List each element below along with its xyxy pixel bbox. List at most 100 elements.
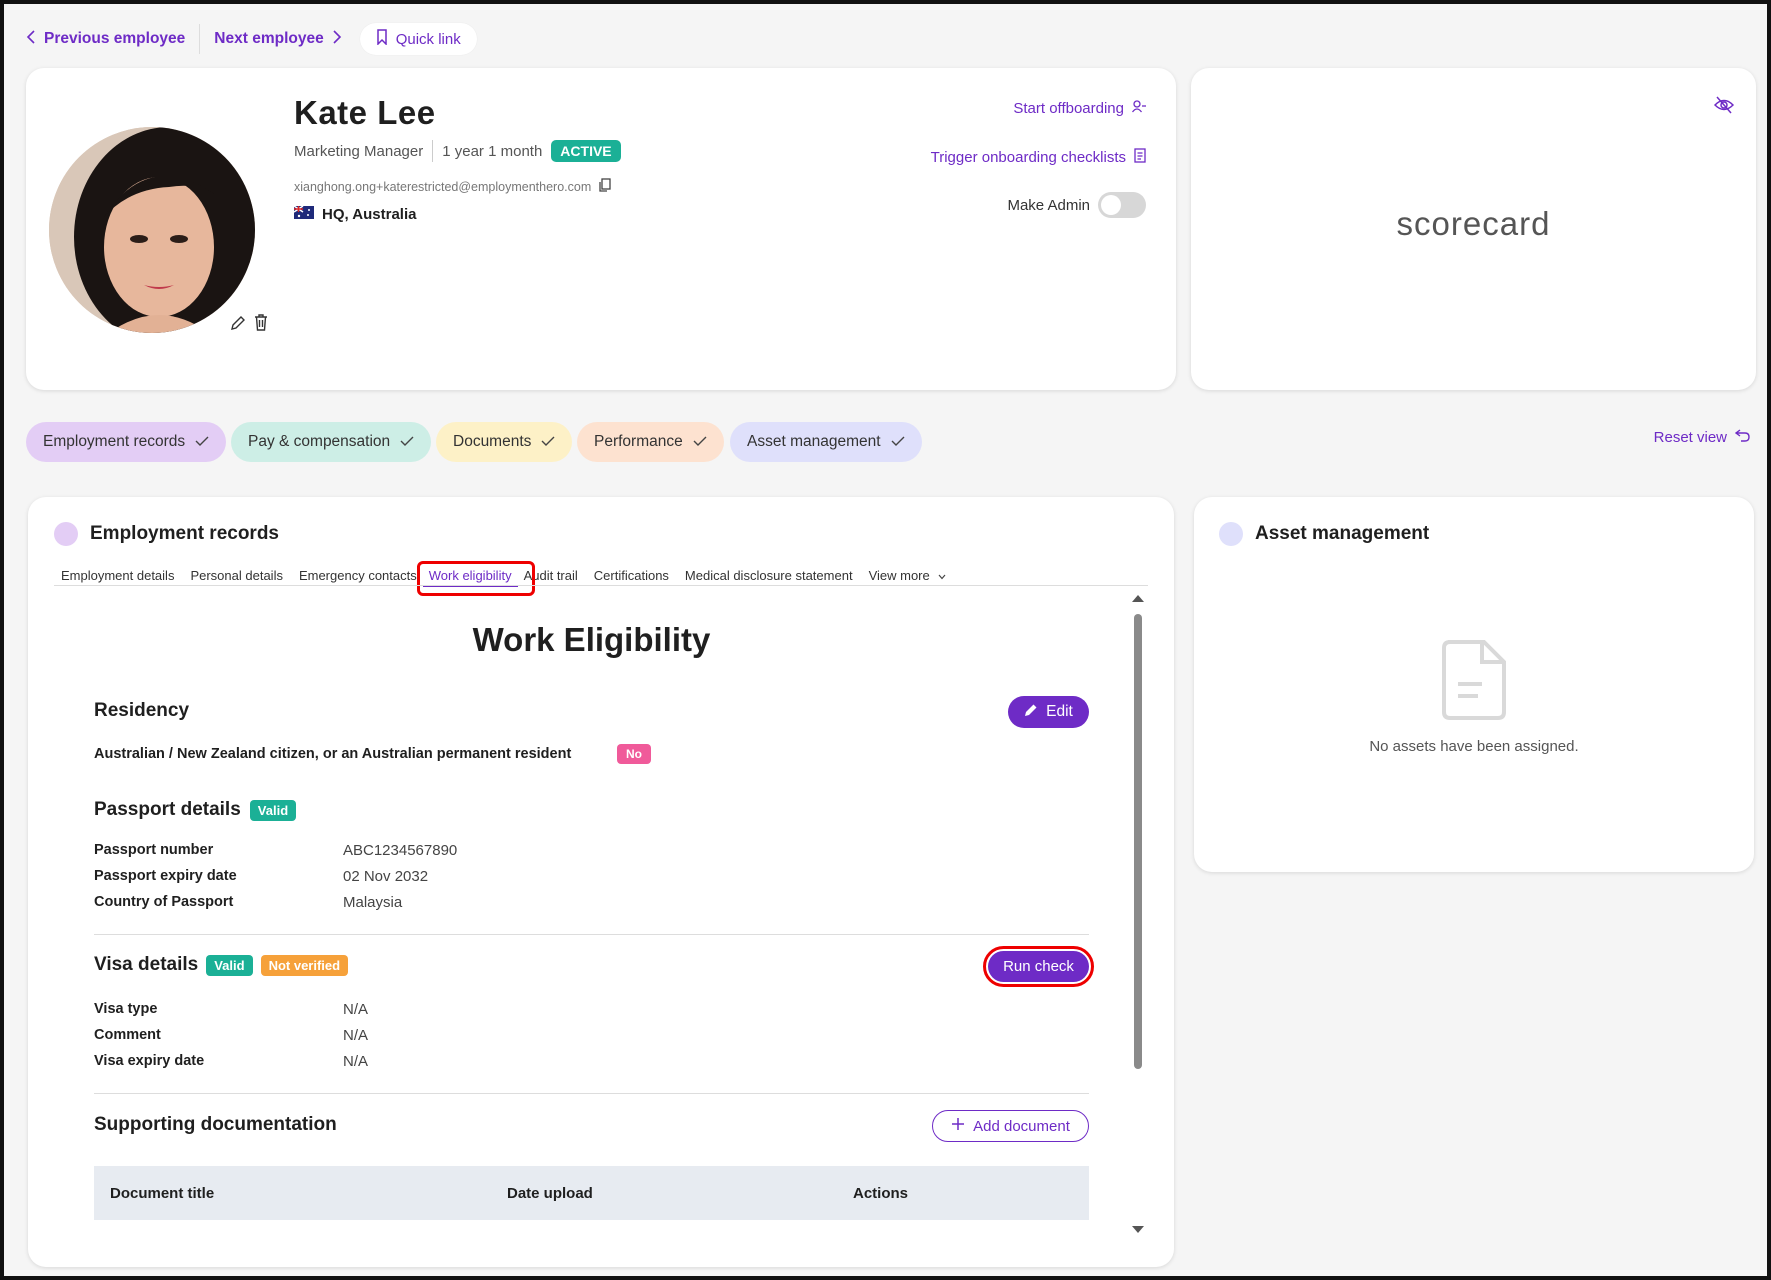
chip-pay-compensation[interactable]: Pay & compensation	[231, 422, 432, 462]
residency-question: Australian / New Zealand citizen, or an …	[94, 746, 572, 762]
check-icon	[195, 433, 209, 451]
bookmark-icon	[376, 29, 388, 49]
location-label: HQ, Australia	[322, 206, 417, 223]
passport-valid-badge: Valid	[249, 799, 297, 821]
run-check-label: Run check	[1003, 958, 1074, 975]
checklist-icon	[1134, 148, 1146, 167]
employment-records-title: Employment records	[54, 522, 279, 546]
chip-employment-records[interactable]: Employment records	[26, 422, 227, 462]
make-admin-label: Make Admin	[1007, 196, 1090, 214]
chip-label: Pay & compensation	[248, 433, 391, 450]
previous-employee-link[interactable]: Previous employee	[26, 29, 185, 49]
tab-work-eligibility[interactable]: Work eligibility	[416, 560, 535, 596]
employee-email: xianghong.ong+katerestricted@employmenth…	[294, 179, 592, 194]
employment-tabs: Employment details Personal details Emer…	[61, 560, 946, 596]
employee-meta: Marketing Manager 1 year 1 month ACTIVE	[294, 140, 621, 162]
visa-comment-value: N/A	[343, 1027, 369, 1044]
trigger-onboarding-link[interactable]: Trigger onboarding checklists	[931, 148, 1146, 167]
reset-view-label: Reset view	[1653, 429, 1727, 446]
passport-number-value: ABC1234567890	[343, 842, 458, 859]
tab-medical-disclosure[interactable]: Medical disclosure statement	[685, 568, 853, 583]
employee-location: HQ, Australia	[293, 205, 417, 223]
employee-navigation: Previous employee Next employee Quick li…	[26, 23, 477, 55]
section-dot	[1219, 522, 1243, 546]
plus-icon	[951, 1117, 965, 1135]
chip-documents[interactable]: Documents	[436, 422, 573, 462]
edit-button[interactable]: Edit	[1008, 696, 1089, 728]
australia-flag-icon	[293, 205, 314, 223]
next-employee-label: Next employee	[214, 30, 324, 47]
make-admin-toggle[interactable]	[1098, 192, 1146, 218]
asset-management-title: Asset management	[1219, 522, 1429, 546]
column-document-title: Document title	[110, 1184, 215, 1202]
delete-photo-icon[interactable]	[253, 313, 269, 337]
avatar	[49, 127, 255, 333]
user-minus-icon	[1131, 100, 1146, 117]
passport-title: Passport details	[94, 799, 241, 820]
column-actions: Actions	[853, 1184, 909, 1202]
add-document-button[interactable]: Add document	[932, 1110, 1089, 1142]
work-eligibility-heading: Work Eligibility	[472, 621, 711, 658]
reset-view-link[interactable]: Reset view	[1654, 429, 1750, 446]
chevron-right-icon	[332, 29, 342, 49]
edit-photo-icon[interactable]	[229, 314, 247, 337]
content-scrollbar[interactable]	[1131, 594, 1145, 1234]
trigger-onboarding-label: Trigger onboarding checklists	[930, 149, 1126, 166]
tab-view-more[interactable]: View more	[869, 568, 946, 583]
check-icon	[693, 433, 707, 451]
check-icon	[891, 433, 905, 451]
document-icon	[1442, 640, 1506, 725]
hide-eye-icon[interactable]	[1713, 96, 1735, 119]
check-icon	[400, 433, 414, 451]
chip-label: Performance	[594, 433, 683, 450]
status-badge: ACTIVE	[551, 140, 621, 162]
visa-not-verified-badge: Not verified	[260, 954, 349, 976]
tenure: 1 year 1 month	[442, 142, 543, 160]
highlight-box	[416, 560, 535, 596]
quick-link-label: Quick link	[395, 30, 461, 48]
tab-personal-details[interactable]: Personal details	[190, 568, 283, 583]
visa-title-row: Visa details Valid Not verified	[94, 954, 349, 976]
start-offboarding-label: Start offboarding	[1013, 100, 1124, 117]
employee-email-row: xianghong.ong+katerestricted@employmenth…	[294, 178, 611, 195]
passport-number-label: Passport number	[94, 842, 214, 858]
run-check-button[interactable]: Run check	[988, 951, 1089, 982]
employee-name: Kate Lee	[294, 94, 436, 131]
tab-label: View more	[868, 567, 930, 583]
add-document-label: Add document	[973, 1117, 1070, 1135]
scorecard-card: scorecard	[1191, 68, 1756, 390]
section-dot	[54, 522, 78, 546]
visa-title: Visa details	[94, 954, 199, 975]
make-admin-row: Make Admin	[1007, 192, 1146, 218]
undo-icon	[1734, 429, 1750, 446]
tab-certifications[interactable]: Certifications	[594, 568, 669, 583]
check-icon	[541, 433, 555, 451]
no-assets-message: No assets have been assigned.	[1369, 738, 1579, 755]
next-employee-link[interactable]: Next employee	[214, 29, 342, 49]
visa-type-value: N/A	[343, 1001, 369, 1018]
passport-expiry-label: Passport expiry date	[94, 868, 237, 884]
scorecard-label: scorecard	[1396, 205, 1551, 242]
visa-valid-badge: Valid	[206, 954, 253, 976]
residency-answer-badge: No	[617, 744, 651, 764]
tab-emergency-contacts[interactable]: Emergency contacts	[299, 568, 417, 583]
visa-expiry-value: N/A	[343, 1053, 369, 1070]
passport-country-value: Malaysia	[343, 894, 403, 911]
residency-title: Residency	[94, 700, 190, 721]
passport-country-label: Country of Passport	[94, 894, 234, 910]
quick-link-button[interactable]: Quick link	[359, 23, 477, 55]
tabs-divider	[54, 585, 1148, 586]
start-offboarding-link[interactable]: Start offboarding	[1013, 100, 1146, 117]
divider	[94, 934, 1089, 935]
divider	[199, 24, 201, 54]
chip-performance[interactable]: Performance	[577, 422, 724, 462]
chevron-left-icon	[26, 29, 36, 49]
passport-expiry-value: 02 Nov 2032	[343, 868, 429, 885]
visa-comment-label: Comment	[94, 1027, 161, 1043]
supporting-docs-title: Supporting documentation	[94, 1114, 337, 1135]
copy-icon[interactable]	[599, 178, 611, 195]
tab-employment-details[interactable]: Employment details	[61, 568, 174, 583]
pencil-icon	[1024, 703, 1038, 722]
employment-records-heading: Employment records	[90, 523, 279, 544]
chip-asset-management[interactable]: Asset management	[730, 422, 922, 462]
